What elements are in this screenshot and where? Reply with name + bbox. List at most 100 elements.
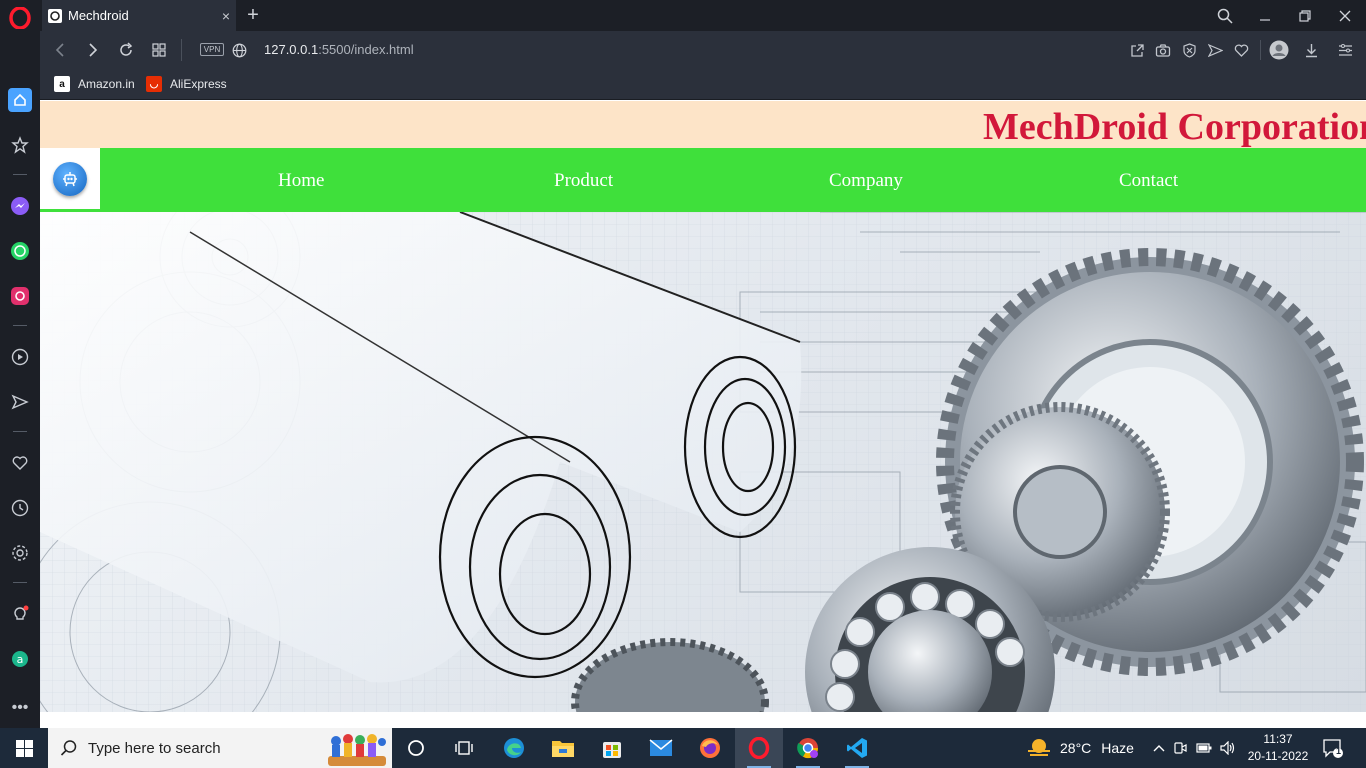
- toolbar-divider: [1260, 40, 1261, 60]
- weather-widget[interactable]: 28°C Haze: [1026, 728, 1134, 768]
- url-host: 127.0.0.1: [264, 42, 319, 57]
- mail-icon[interactable]: [637, 728, 685, 768]
- whatsapp-icon[interactable]: [8, 239, 32, 263]
- adblock-icon[interactable]: [1180, 41, 1198, 59]
- cortana-icon[interactable]: [392, 728, 440, 768]
- share-icon[interactable]: [1128, 41, 1146, 59]
- battery-icon[interactable]: [1192, 743, 1216, 753]
- profile-avatar-icon[interactable]: [1268, 39, 1290, 61]
- speed-dial-icon[interactable]: [8, 88, 32, 112]
- nav-company[interactable]: Company: [829, 170, 903, 192]
- snapshot-camera-icon[interactable]: [1154, 41, 1172, 59]
- vscode-icon[interactable]: [833, 728, 881, 768]
- opera-logo-icon[interactable]: [8, 6, 32, 30]
- weather-temperature: 28°C: [1060, 740, 1092, 756]
- messenger-icon[interactable]: [8, 194, 32, 218]
- new-tab-button[interactable]: +: [242, 4, 264, 26]
- tab-grid-icon[interactable]: [148, 39, 170, 61]
- player-icon[interactable]: [8, 345, 32, 369]
- tab-title: Mechdroid: [68, 8, 129, 23]
- nav-home[interactable]: Home: [278, 170, 324, 192]
- bookmark-amazon[interactable]: a Amazon.in: [54, 76, 135, 92]
- clock-time: 11:37: [1263, 732, 1293, 746]
- microsoft-store-icon[interactable]: [588, 728, 636, 768]
- nav-product[interactable]: Product: [554, 170, 613, 192]
- chrome-icon[interactable]: [784, 728, 832, 768]
- settings-icon[interactable]: [8, 541, 32, 565]
- windows-taskbar: Type here to search 28°C Haze 11:37 20-1…: [0, 728, 1366, 768]
- sidebar-separator: [13, 431, 27, 432]
- meet-now-icon[interactable]: [1168, 741, 1192, 755]
- search-highlight-image: [326, 732, 388, 766]
- address-bar: VPN 127.0.0.1:5500/index.html: [40, 31, 1366, 69]
- task-view-icon[interactable]: [440, 728, 488, 768]
- sidebar-separator: [13, 174, 27, 175]
- downloads-icon[interactable]: [1302, 41, 1320, 59]
- close-window-button[interactable]: [1334, 5, 1356, 27]
- tab-bar: Mechdroid × +: [40, 0, 1366, 31]
- back-button[interactable]: [49, 39, 71, 61]
- haze-weather-icon: [1028, 739, 1050, 756]
- bookmark-aliexpress[interactable]: ◡ AliExpress: [146, 76, 227, 92]
- reload-button[interactable]: [115, 39, 137, 61]
- instagram-icon[interactable]: [8, 284, 32, 308]
- taskbar-clock[interactable]: 11:37 20-11-2022: [1242, 731, 1314, 765]
- vpn-badge[interactable]: VPN: [200, 43, 224, 56]
- toolbar-divider: [181, 39, 182, 61]
- heart-icon[interactable]: [8, 451, 32, 475]
- sidebar-separator: [13, 582, 27, 583]
- web-page: MechDroid Corporation Home Product Compa…: [40, 101, 1366, 728]
- nav-contact[interactable]: Contact: [1119, 170, 1178, 192]
- tab-mechdroid[interactable]: Mechdroid ×: [42, 0, 236, 31]
- search-tabs-icon[interactable]: [1214, 5, 1236, 27]
- tab-close-button[interactable]: ×: [216, 8, 236, 24]
- aria-icon[interactable]: a: [8, 647, 32, 671]
- heart-bookmark-icon[interactable]: [1232, 41, 1250, 59]
- search-icon: [60, 740, 77, 756]
- flow-send-icon[interactable]: [8, 390, 32, 414]
- windows-logo-icon: [15, 739, 33, 757]
- more-icon[interactable]: •••: [8, 696, 32, 720]
- site-title: MechDroid Corporation: [983, 106, 1366, 148]
- aliexpress-icon: ◡: [146, 76, 162, 92]
- notification-center-icon[interactable]: 1: [1320, 736, 1346, 760]
- volume-icon[interactable]: [1216, 741, 1240, 755]
- clock-date: 20-11-2022: [1247, 749, 1309, 763]
- restore-button[interactable]: [1294, 5, 1316, 27]
- weather-description: Haze: [1101, 740, 1134, 756]
- url-field[interactable]: 127.0.0.1:5500/index.html: [264, 42, 414, 57]
- file-explorer-icon[interactable]: [539, 728, 587, 768]
- site-logo-box[interactable]: [40, 148, 100, 209]
- bookmark-label: AliExpress: [170, 77, 227, 91]
- site-info-globe-icon[interactable]: [228, 39, 250, 61]
- history-icon[interactable]: [8, 496, 32, 520]
- search-placeholder: Type here to search: [88, 739, 221, 757]
- robot-logo-icon: [53, 161, 87, 196]
- hero-image-blueprint-gears: [40, 212, 1366, 712]
- bookmark-label: Amazon.in: [78, 77, 135, 91]
- show-hidden-icons-chevron-up-icon[interactable]: [1150, 744, 1168, 752]
- minimize-button[interactable]: [1254, 5, 1276, 27]
- blueprint-gears-illustration: [40, 212, 1366, 712]
- system-tray: [1150, 728, 1240, 768]
- bookmarks-icon[interactable]: [8, 133, 32, 157]
- opera-taskbar-icon[interactable]: [735, 728, 783, 768]
- sidebar-separator: [13, 325, 27, 326]
- site-banner: MechDroid Corporation: [40, 101, 1366, 148]
- svg-text:a: a: [17, 653, 24, 666]
- opera-sidebar: a •••: [0, 0, 40, 728]
- easy-setup-menu-icon[interactable]: [1336, 41, 1354, 59]
- firefox-icon[interactable]: [686, 728, 734, 768]
- forward-button[interactable]: [82, 39, 104, 61]
- flow-send-toolbar-icon[interactable]: [1206, 41, 1224, 59]
- tab-favicon: [48, 8, 62, 23]
- bookmarks-bar: a Amazon.in ◡ AliExpress: [40, 69, 1366, 100]
- taskbar-search-box[interactable]: Type here to search: [48, 728, 392, 768]
- start-button[interactable]: [0, 728, 48, 768]
- notification-count: 1: [1336, 746, 1342, 756]
- edge-icon[interactable]: [490, 728, 538, 768]
- lightbulb-icon[interactable]: [8, 602, 32, 626]
- url-path: :5500/index.html: [318, 42, 414, 57]
- site-navbar: Home Product Company Contact: [40, 148, 1366, 212]
- amazon-icon: a: [54, 76, 70, 92]
